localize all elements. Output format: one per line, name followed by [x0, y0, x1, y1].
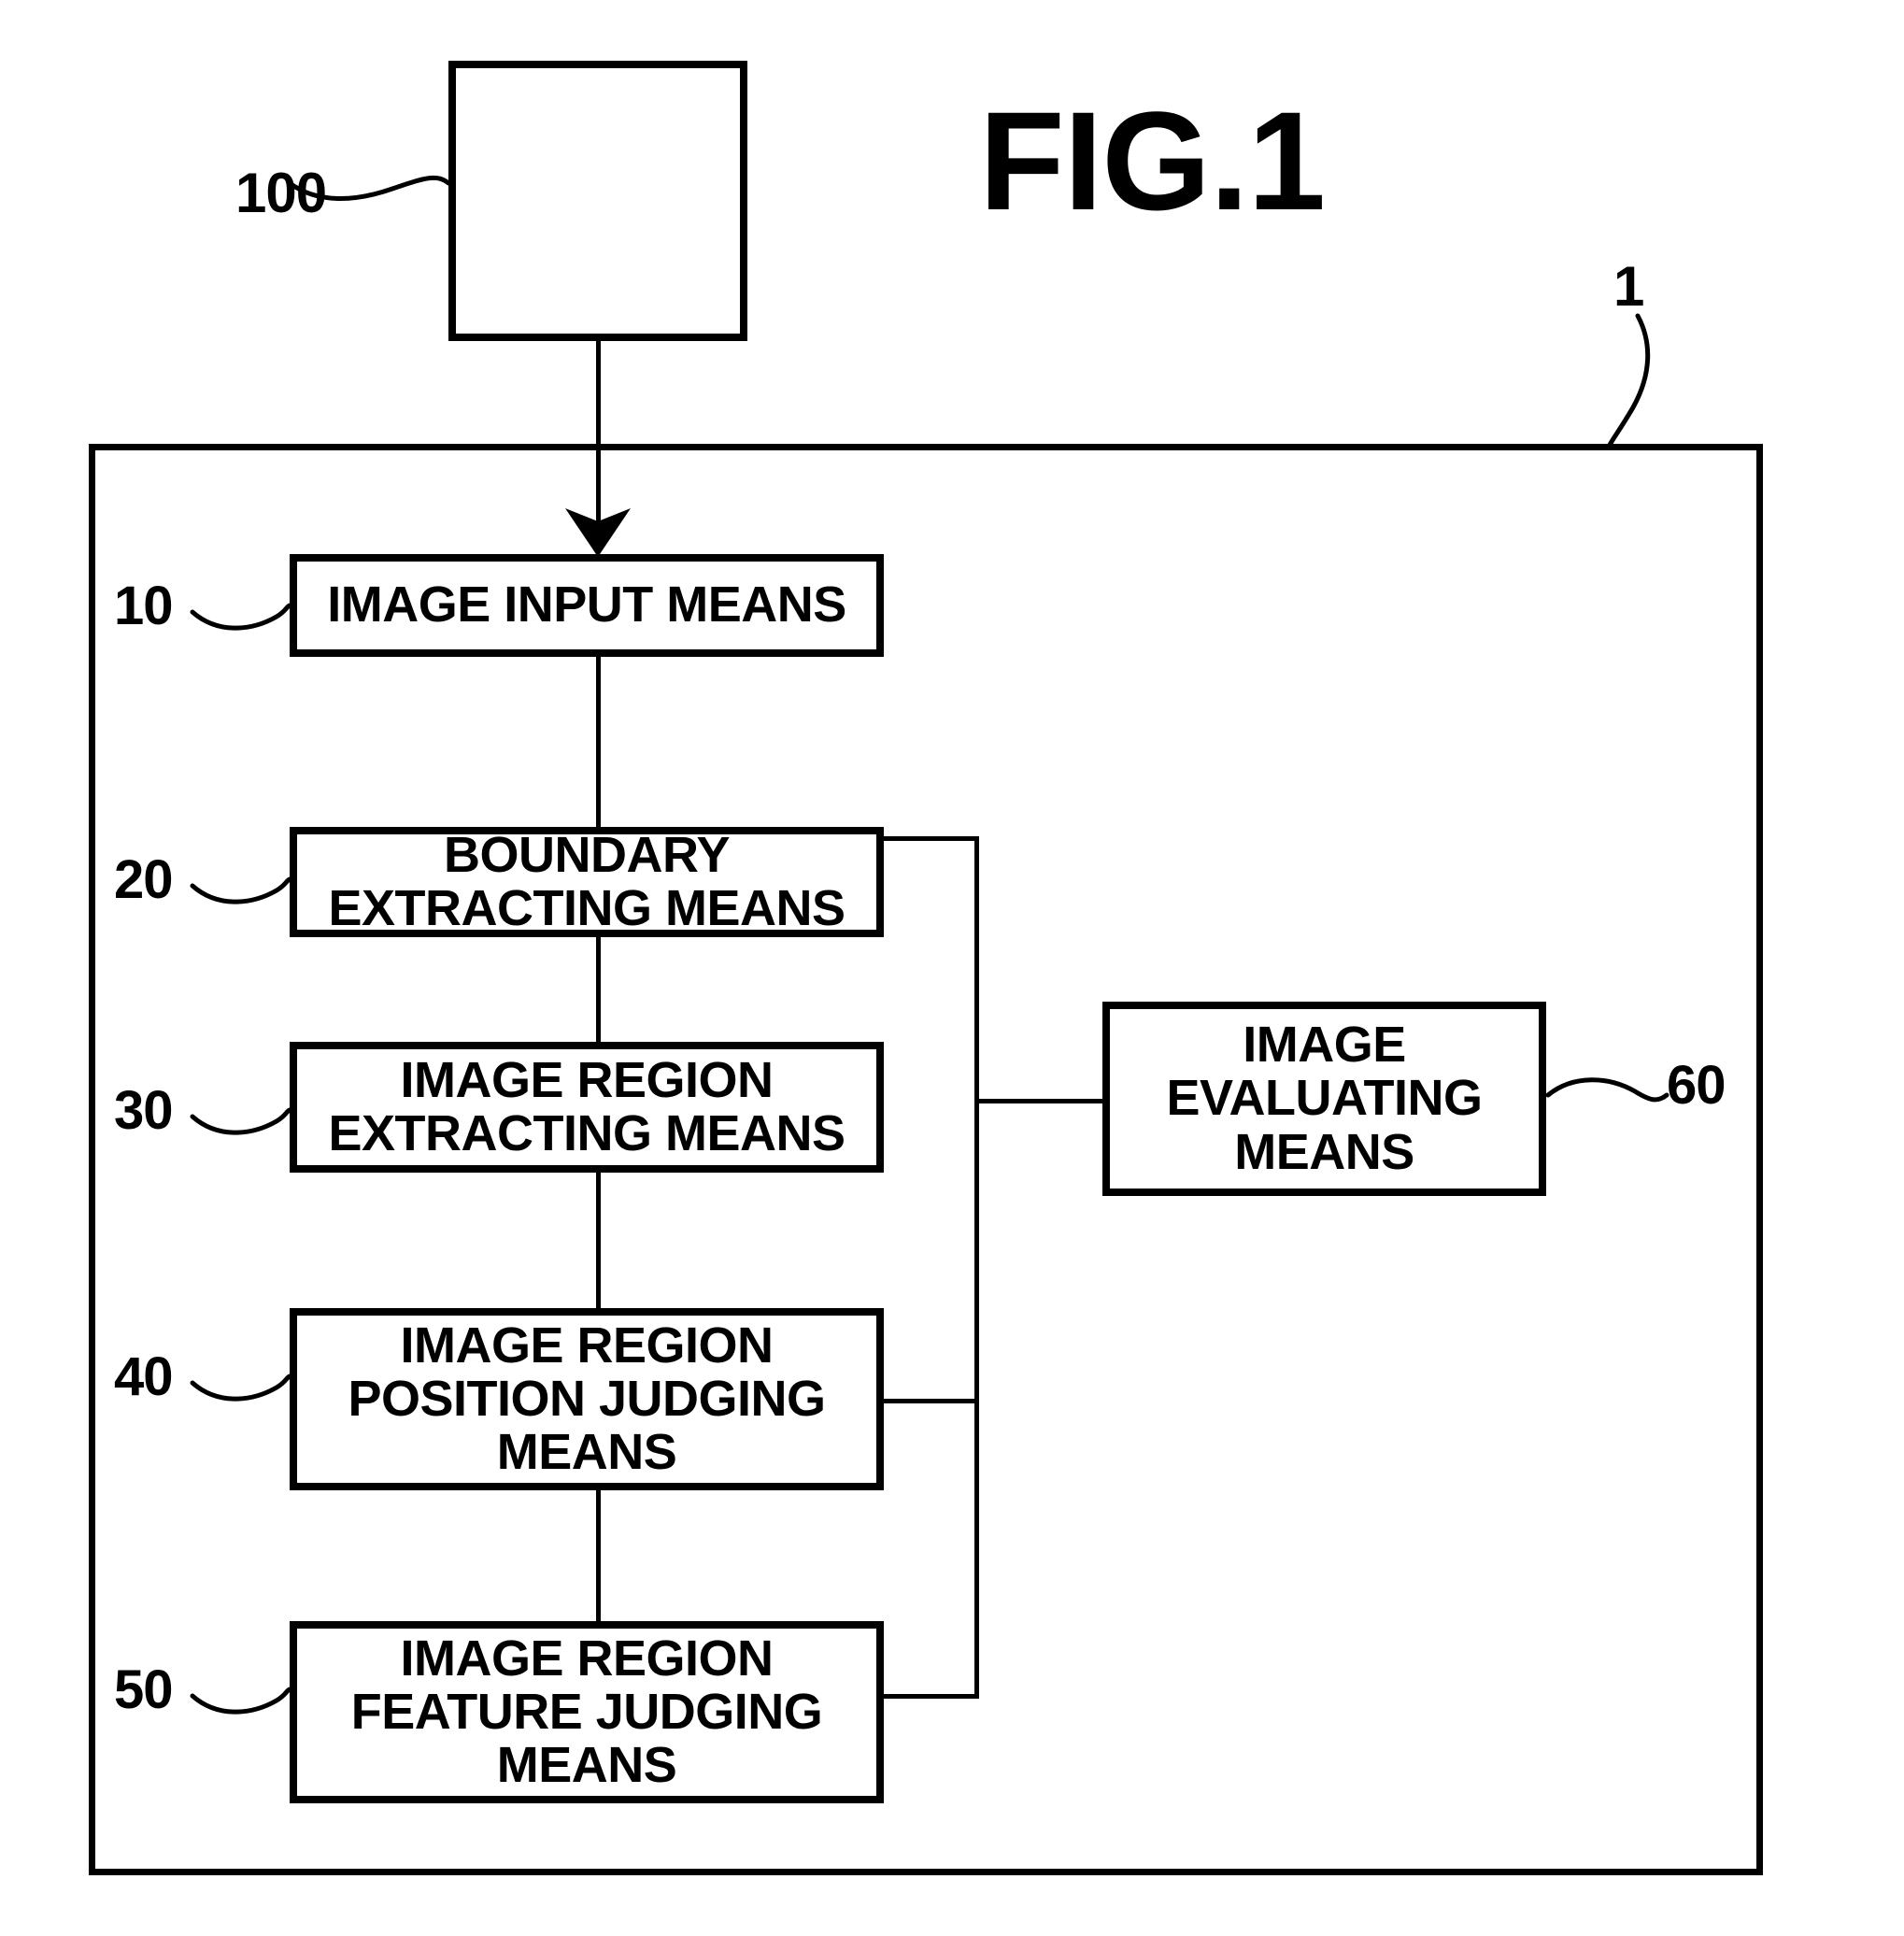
block-line: EVALUATING [1166, 1070, 1483, 1127]
block-line: POSITION JUDGING [348, 1370, 826, 1427]
bus-to-evaluator [974, 1099, 1107, 1103]
refnum-50: 50 [114, 1659, 174, 1720]
block-line: MEANS [496, 1424, 677, 1481]
refnum-1: 1 [1613, 255, 1644, 318]
block-image-evaluating-means[interactable]: IMAGE EVALUATING MEANS [1102, 1002, 1546, 1196]
block-boundary-extracting-means[interactable]: BOUNDARY EXTRACTING MEANS [290, 827, 884, 937]
refnum-10: 10 [114, 576, 174, 636]
refnum-60: 60 [1667, 1055, 1726, 1116]
block-line: IMAGE INPUT MEANS [327, 577, 846, 633]
bus-stub-boundary [882, 836, 979, 841]
figure-canvas: FIG.1 100 1 IMAGE INPUT MEANS 10 BOUNDAR… [0, 0, 1904, 1936]
connector-input-to-boundary [596, 657, 601, 829]
block-image-region-position-judging-means[interactable]: IMAGE REGION POSITION JUDGING MEANS [290, 1308, 884, 1490]
block-line: MEANS [1234, 1123, 1414, 1180]
connector-boundary-to-region-extract [596, 937, 601, 1044]
block-image-input-means[interactable]: IMAGE INPUT MEANS [290, 554, 884, 657]
block-image-region-extracting-means[interactable]: IMAGE REGION EXTRACTING MEANS [290, 1042, 884, 1173]
bus-stub-feature-judge [882, 1694, 979, 1699]
leader-line-1 [1606, 313, 1651, 449]
refnum-20: 20 [114, 849, 174, 910]
connector-position-judge-to-feature-judge [596, 1490, 601, 1623]
block-line: EXTRACTING MEANS [328, 880, 845, 936]
evaluator-bus-vertical [974, 836, 979, 1699]
block-line: FEATURE JUDGING [350, 1683, 823, 1740]
refnum-40: 40 [114, 1346, 174, 1407]
connector-region-extract-to-position-judge [596, 1173, 601, 1310]
image-source-box [448, 61, 747, 341]
connector-source-to-input [596, 341, 601, 533]
refnum-100: 100 [235, 162, 327, 224]
refnum-30: 30 [114, 1080, 174, 1141]
block-line: IMAGE REGION [400, 1630, 774, 1687]
block-line: IMAGE REGION [400, 1051, 774, 1108]
block-line: MEANS [496, 1737, 677, 1794]
figure-title: FIG.1 [979, 82, 1326, 239]
block-image-region-feature-judging-means[interactable]: IMAGE REGION FEATURE JUDGING MEANS [290, 1621, 884, 1803]
block-line: IMAGE REGION [400, 1317, 774, 1374]
block-line: BOUNDARY [444, 826, 731, 883]
bus-stub-position-judge [882, 1399, 979, 1403]
block-line: EXTRACTING MEANS [328, 1105, 845, 1161]
block-line: IMAGE [1243, 1017, 1406, 1074]
